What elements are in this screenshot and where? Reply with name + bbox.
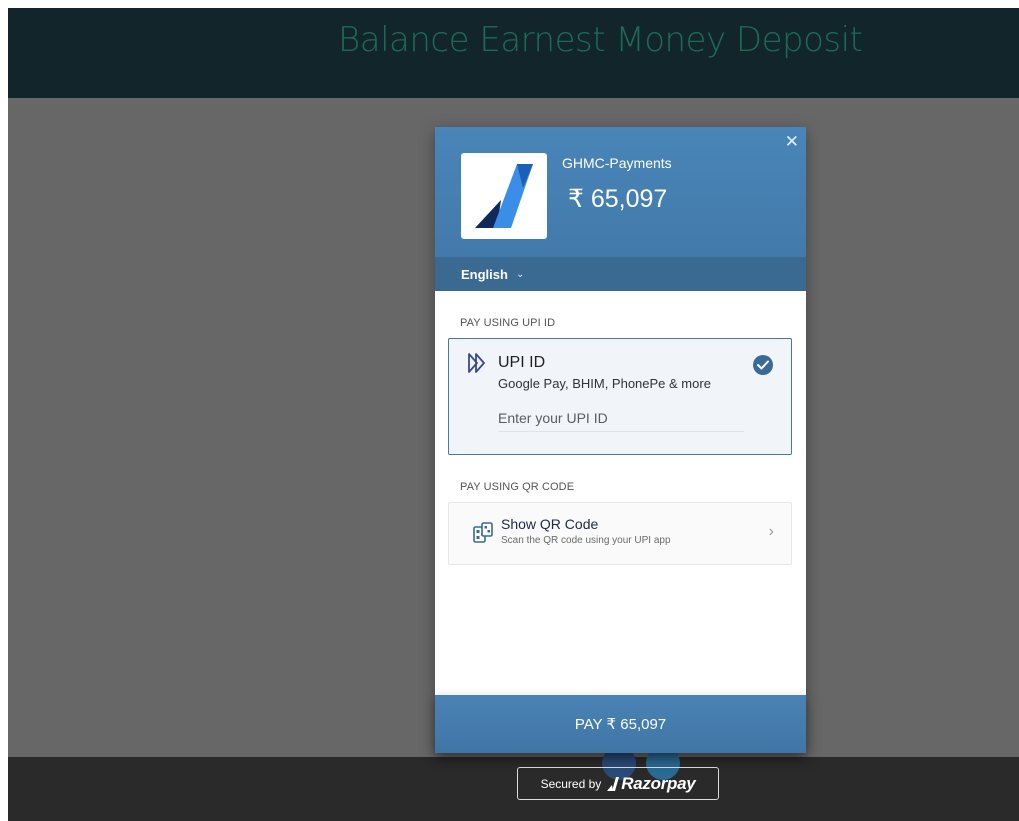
qr-option-title: Show QR Code [501, 516, 599, 532]
close-icon[interactable]: ✕ [785, 133, 799, 150]
secured-by-razorpay-badge: Secured by Razorpay [517, 767, 719, 800]
qr-option-subtitle: Scan the QR code using your UPI app [501, 535, 671, 546]
upi-id-input[interactable] [498, 405, 744, 432]
pay-button[interactable]: PAY ₹ 65,097 [435, 695, 806, 753]
footer-bar [8, 757, 1019, 821]
upi-option-title: UPI ID [498, 354, 546, 371]
qr-code-icon [473, 522, 493, 543]
upi-section-label: PAY USING UPI ID [460, 317, 556, 329]
razorpay-logo: Razorpay [607, 773, 696, 794]
language-label: English [461, 266, 508, 282]
secured-by-label: Secured by [540, 776, 602, 791]
check-icon [753, 355, 773, 375]
qr-section-label: PAY USING QR CODE [460, 481, 575, 493]
upi-icon [468, 353, 485, 373]
chevron-right-icon: › [768, 523, 774, 540]
merchant-logo-icon [475, 164, 533, 228]
page-title: Balance Earnest Money Deposit [338, 20, 863, 60]
merchant-name: GHMC-Payments [562, 155, 672, 171]
razorpay-logo-text: Razorpay [621, 773, 696, 793]
chevron-down-icon: ⌄ [515, 268, 525, 280]
razorpay-logo-icon [607, 776, 620, 791]
upi-option-subtitle: Google Pay, BHIM, PhonePe & more [498, 376, 711, 391]
upi-id-option[interactable]: UPI ID Google Pay, BHIM, PhonePe & more [448, 338, 792, 455]
merchant-logo [461, 153, 547, 239]
payment-amount: ₹ 65,097 [568, 185, 668, 213]
page-header: Balance Earnest Money Deposit [8, 8, 1019, 98]
page-stage: Balance Earnest Money Deposit Secured by… [8, 8, 1019, 821]
show-qr-code-option[interactable]: Show QR Code Scan the QR code using your… [448, 502, 792, 565]
modal-header: ✕ GHMC-Payments ₹ 65,097 English ⌄ [435, 127, 806, 291]
checkout-modal: ✕ GHMC-Payments ₹ 65,097 English ⌄ PAY U… [435, 127, 806, 753]
language-selector[interactable]: English ⌄ [435, 257, 806, 291]
